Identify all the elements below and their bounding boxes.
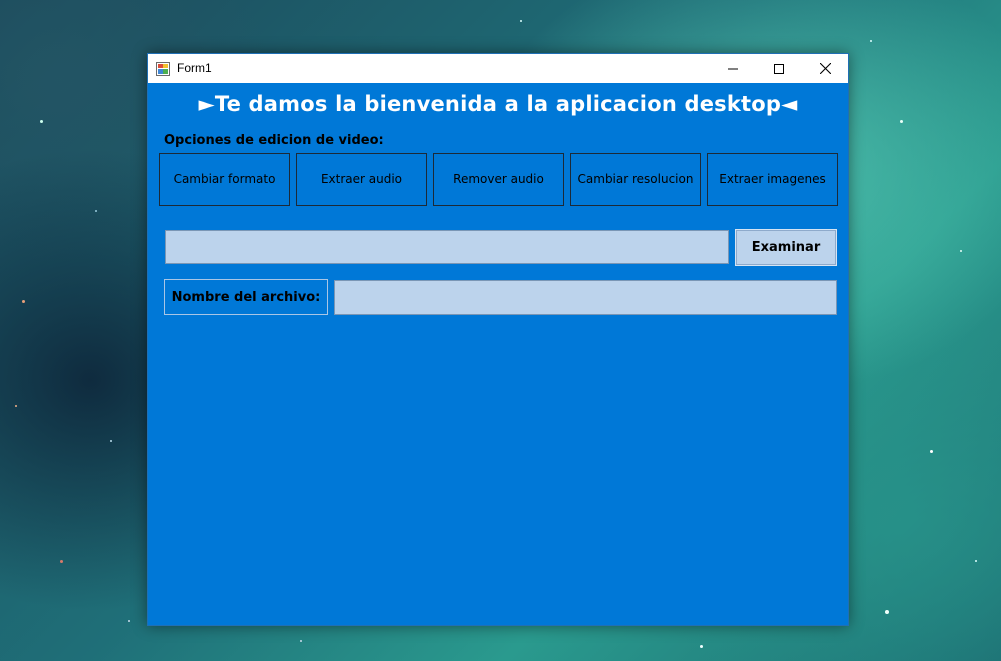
extract-images-button[interactable]: Extraer imagenes: [707, 153, 838, 206]
wallpaper-speck: [22, 300, 25, 303]
wallpaper-speck: [60, 560, 63, 563]
browse-button[interactable]: Examinar: [735, 229, 837, 266]
wallpaper-speck: [300, 640, 302, 642]
window-title: Form1: [177, 61, 212, 75]
maximize-icon: [774, 63, 784, 74]
close-icon: [819, 63, 831, 74]
window-titlebar[interactable]: Form1: [148, 54, 848, 83]
welcome-heading: ►Te damos la bienvenida a la aplicacion …: [198, 92, 798, 116]
app-icon: [156, 61, 170, 76]
wallpaper-speck: [975, 560, 977, 562]
wallpaper-speck: [40, 120, 43, 123]
wallpaper-speck: [15, 405, 17, 407]
minimize-button[interactable]: [710, 54, 756, 83]
file-path-input[interactable]: [165, 230, 729, 264]
remove-audio-button[interactable]: Remover audio: [433, 153, 564, 206]
close-button[interactable]: [802, 54, 848, 83]
change-format-button[interactable]: Cambiar formato: [159, 153, 290, 206]
file-name-input[interactable]: [334, 280, 837, 315]
wallpaper-speck: [870, 40, 872, 42]
wallpaper-speck: [700, 645, 703, 648]
wallpaper-speck: [520, 20, 522, 22]
change-resolution-button[interactable]: Cambiar resolucion: [570, 153, 701, 206]
wallpaper-speck: [930, 450, 933, 453]
wallpaper-speck: [885, 610, 889, 614]
file-name-label: Nombre del archivo:: [164, 279, 328, 315]
wallpaper-speck: [128, 620, 130, 622]
wallpaper-speck: [960, 250, 962, 252]
maximize-button[interactable]: [756, 54, 802, 83]
video-options-label: Opciones de edicion de video:: [164, 133, 384, 148]
form-window: Form1 ►Te damos la bienvenida a la aplic…: [147, 53, 849, 626]
wallpaper-speck: [95, 210, 97, 212]
wallpaper-speck: [110, 440, 112, 442]
extract-audio-button[interactable]: Extraer audio: [296, 153, 427, 206]
wallpaper-speck: [900, 120, 903, 123]
minimize-icon: [728, 68, 738, 69]
